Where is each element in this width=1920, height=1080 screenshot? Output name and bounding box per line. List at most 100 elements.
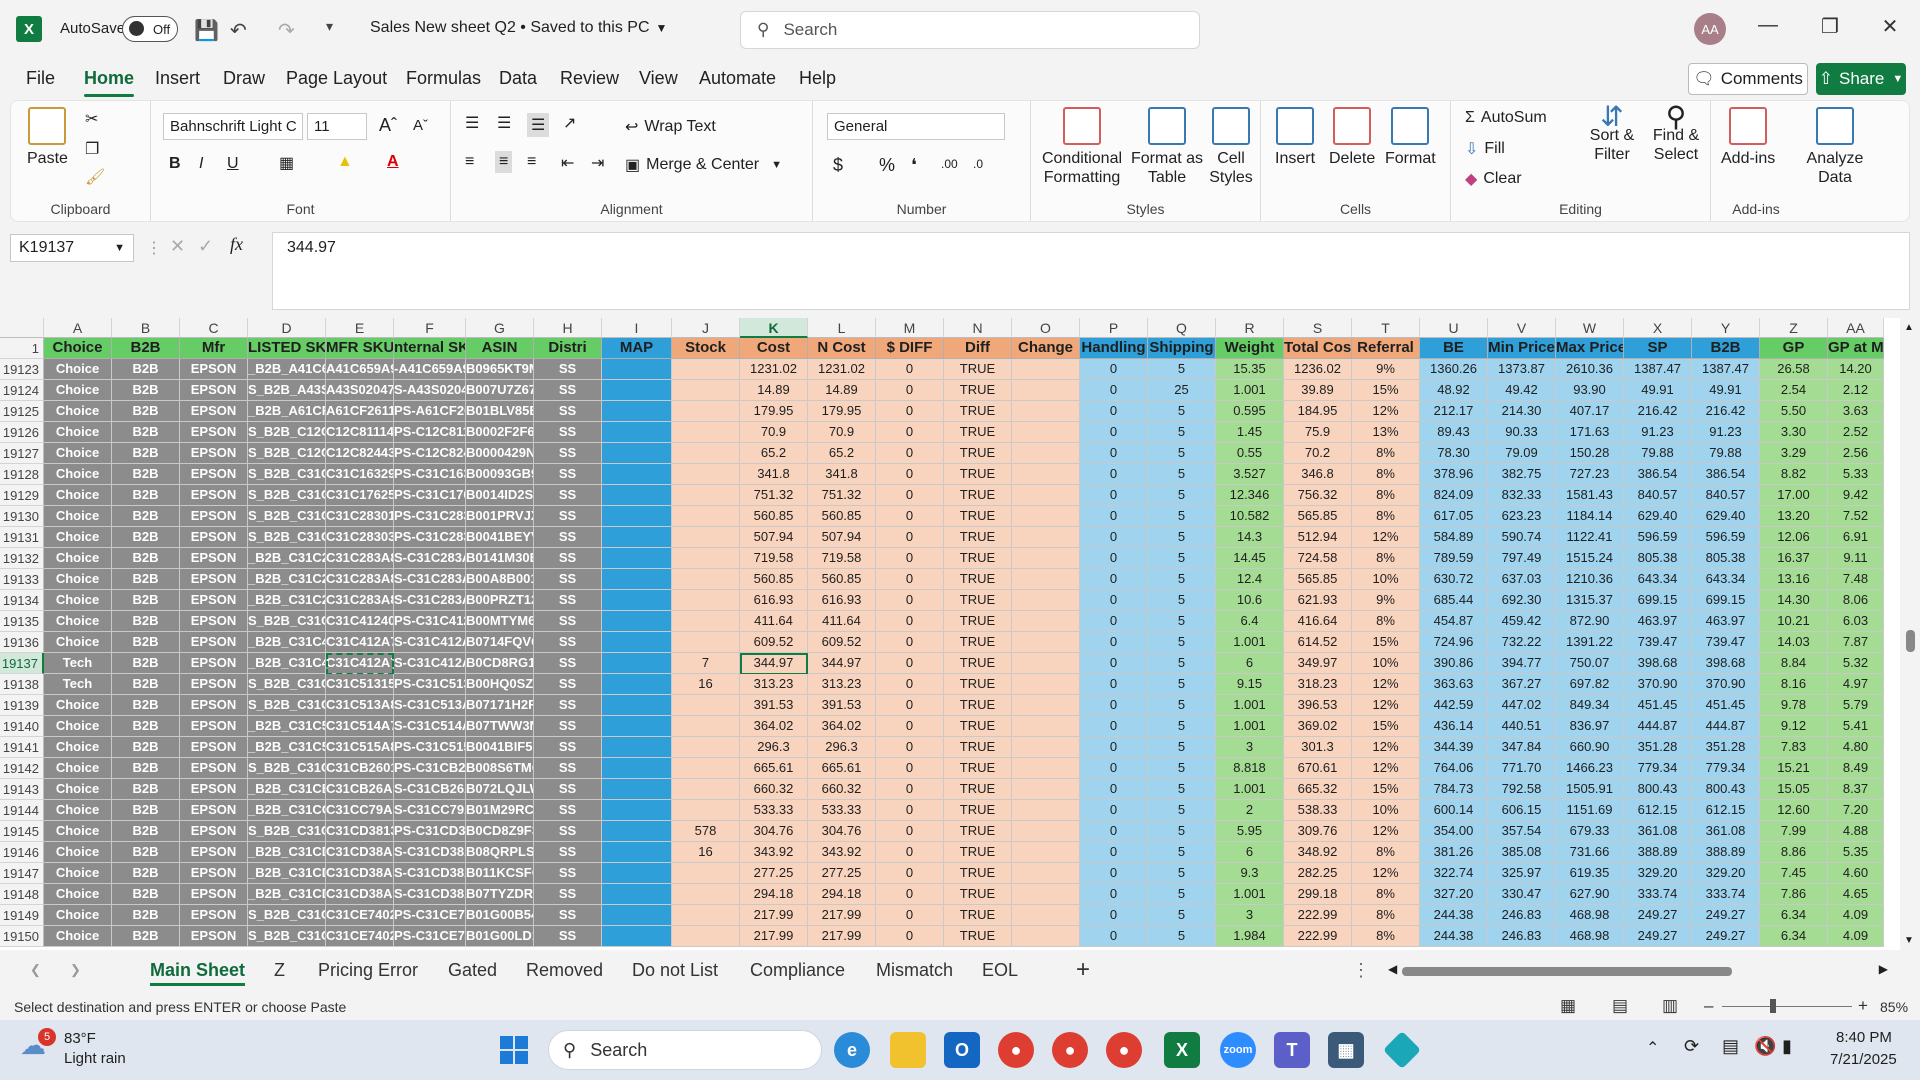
table-cell[interactable]: 351.28 [1692,737,1760,758]
sheet-tab-mismatch[interactable]: Mismatch [876,960,953,981]
table-cell[interactable] [672,905,740,926]
table-cell[interactable]: 249.27 [1624,905,1692,926]
table-cell[interactable]: 370.90 [1692,674,1760,695]
header-cell[interactable]: Shipping [1148,338,1216,359]
currency-icon[interactable]: $ [833,155,843,176]
table-cell[interactable] [672,506,740,527]
table-cell[interactable]: TRUE [944,443,1012,464]
table-cell[interactable]: EPSON [180,506,248,527]
table-cell[interactable] [1012,443,1080,464]
row-header[interactable]: 19148 [0,884,44,905]
autosave-toggle[interactable]: Off [122,16,178,42]
table-cell[interactable]: 8% [1352,464,1420,485]
table-cell[interactable]: EPSON [180,758,248,779]
table-cell[interactable] [602,443,672,464]
table-cell[interactable]: 1231.02 [740,359,808,380]
table-cell[interactable]: 7.99 [1760,821,1828,842]
table-cell[interactable]: SS [534,674,602,695]
table-cell[interactable]: 381.26 [1420,842,1488,863]
table-cell[interactable]: 8.84 [1760,653,1828,674]
table-cell[interactable]: 171.63 [1556,422,1624,443]
table-cell[interactable]: 0 [876,443,944,464]
insert-function-button[interactable]: fx [230,234,243,255]
table-cell[interactable] [672,569,740,590]
table-cell[interactable]: B2B [112,401,180,422]
table-cell[interactable]: 0 [876,695,944,716]
table-cell[interactable]: 10.582 [1216,506,1284,527]
table-cell[interactable]: 13% [1352,422,1420,443]
table-cell[interactable] [1012,590,1080,611]
table-cell[interactable]: SS [534,632,602,653]
table-cell[interactable]: 5 [1148,737,1216,758]
table-cell[interactable]: B00093GB9CU [466,464,534,485]
table-cell[interactable]: 4.65 [1828,884,1884,905]
fill-color-icon[interactable]: ▲ [337,153,353,171]
table-cell[interactable]: EPSON [180,905,248,926]
table-cell[interactable]: 1360.26 [1420,359,1488,380]
horizontal-scrollbar[interactable]: ◀ ▶ [1388,962,1888,978]
table-cell[interactable]: 216.42 [1624,401,1692,422]
table-cell[interactable]: 612.15 [1692,800,1760,821]
table-cell[interactable]: 325.97 [1488,863,1556,884]
table-cell[interactable]: 840.57 [1692,485,1760,506]
table-cell[interactable] [1012,401,1080,422]
table-cell[interactable]: 5 [1148,569,1216,590]
format-as-table-button[interactable]: Format as Table [1131,107,1203,187]
table-cell[interactable]: C31C283A892 [326,569,394,590]
table-cell[interactable]: 5 [1148,884,1216,905]
table-cell[interactable]: 4.09 [1828,926,1884,947]
table-cell[interactable]: 0 [1080,716,1148,737]
table-cell[interactable]: B008S6TMQC [466,758,534,779]
table-cell[interactable] [602,359,672,380]
insert-cells-button[interactable]: Insert [1275,107,1315,168]
table-cell[interactable]: 391.53 [808,695,876,716]
table-cell[interactable]: 39.89 [1284,380,1352,401]
row-header[interactable]: 19130 [0,506,44,527]
table-cell[interactable]: 343.92 [740,842,808,863]
cell-styles-button[interactable]: Cell Styles [1207,107,1255,187]
paste-button[interactable]: Paste [27,107,68,168]
close-icon[interactable]: ✕ [1870,14,1910,39]
table-cell[interactable] [672,443,740,464]
table-cell[interactable]: EPSON [180,863,248,884]
table-cell[interactable]: PS-C31C1762 [394,485,466,506]
table-cell[interactable]: 217.99 [740,926,808,947]
more-options-icon[interactable]: ⋮ [146,238,162,258]
table-cell[interactable]: 394.77 [1488,653,1556,674]
table-cell[interactable]: SS [534,548,602,569]
table-cell[interactable]: 1387.47 [1692,359,1760,380]
table-cell[interactable]: Choice [44,842,112,863]
table-cell[interactable]: C31CB26A991 [326,779,394,800]
table-cell[interactable]: C31C513153 [326,674,394,695]
comma-icon[interactable]: ❛ [911,155,917,176]
table-cell[interactable] [672,632,740,653]
table-cell[interactable]: 8% [1352,443,1420,464]
column-header-q[interactable]: Q [1148,318,1216,338]
table-cell[interactable]: 16 [672,674,740,695]
table-cell[interactable]: 388.89 [1624,842,1692,863]
header-cell[interactable]: MAP [602,338,672,359]
table-cell[interactable]: 849.34 [1556,695,1624,716]
table-cell[interactable]: Choice [44,548,112,569]
table-cell[interactable] [602,401,672,422]
table-cell[interactable] [602,884,672,905]
table-cell[interactable]: PS-C12C8244 [394,443,466,464]
table-cell[interactable]: Choice [44,926,112,947]
table-cell[interactable]: 313.23 [808,674,876,695]
table-cell[interactable]: 2.12 [1828,380,1884,401]
table-cell[interactable]: PS-C31CE740 [394,926,466,947]
table-cell[interactable]: 411.64 [808,611,876,632]
table-cell[interactable]: PS-C31CD381 [394,821,466,842]
table-cell[interactable]: SS [534,821,602,842]
add-ins-button[interactable]: Add-ins [1721,107,1775,168]
bold-icon[interactable]: B [169,155,181,173]
table-cell[interactable]: 0 [1080,527,1148,548]
table-cell[interactable] [672,611,740,632]
table-cell[interactable]: 354.00 [1420,821,1488,842]
table-cell[interactable]: SS [534,716,602,737]
vertical-scrollbar[interactable]: ▲ ▼ [1900,318,1920,950]
table-cell[interactable] [672,716,740,737]
sheet-tab-gated[interactable]: Gated [448,960,497,981]
table-cell[interactable]: 2.52 [1828,422,1884,443]
table-cell[interactable]: 309.76 [1284,821,1352,842]
